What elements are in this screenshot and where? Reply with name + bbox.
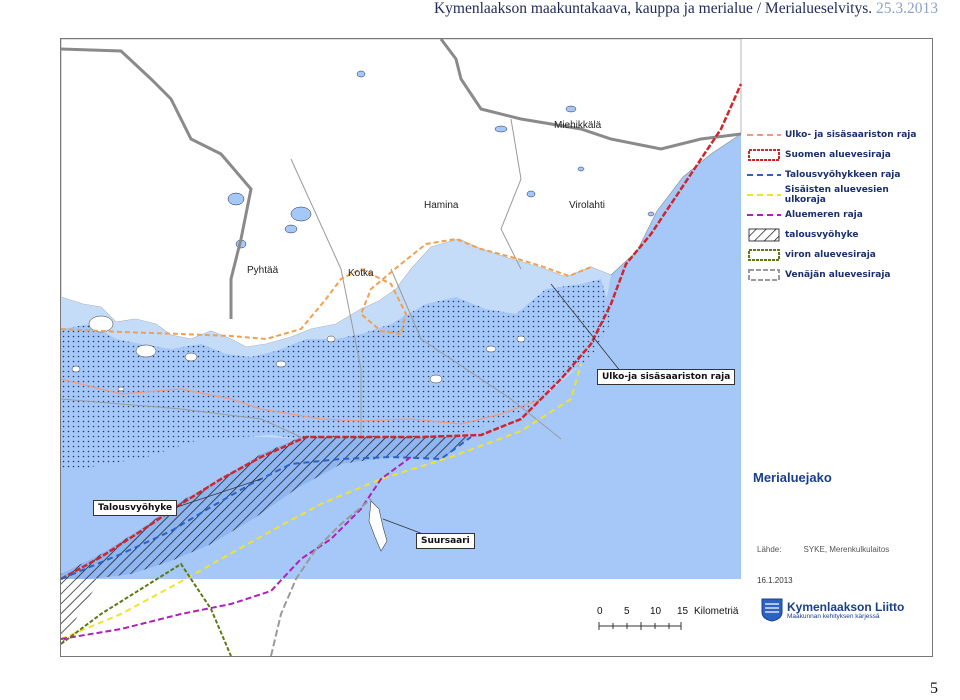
legend-item: Ulko- ja sisäsaariston raja	[747, 125, 932, 145]
legend-item: Aluemeren raja	[747, 205, 932, 225]
legend-swatch-territorial	[747, 214, 781, 216]
legend-label: Venäjän aluevesiraja	[785, 270, 891, 280]
scale-tick-label: 5	[624, 606, 630, 617]
organization-subtitle: Maakunnan kehityksen kärjessä	[787, 612, 880, 620]
place-miehikkala: Miehikkälä	[554, 120, 602, 131]
legend-swatch-internal	[747, 194, 781, 196]
legend-swatch-economic	[747, 174, 781, 176]
page-number: 5	[930, 680, 938, 697]
legend-swatch-estonia	[748, 249, 780, 261]
legend-item: Venäjän aluevesiraja	[747, 265, 932, 285]
header-date: 25.3.2013	[876, 0, 938, 17]
map-source: Lähde: SYKE, Merenkulkulaitos	[757, 545, 911, 554]
legend-swatch-archipelago	[747, 134, 781, 136]
map-frame: Miehikkälä Hamina Virolahti Pyhtää Kotka…	[60, 38, 933, 657]
organization-logo: Kymenlaakson Liitto Maakunnan kehityksen…	[761, 598, 904, 622]
legend-item: Talousvyöhykkeen raja	[747, 165, 932, 185]
map-legend: Ulko- ja sisäsaariston raja Suomen aluev…	[747, 125, 932, 285]
place-hamina: Hamina	[424, 200, 459, 211]
source-value: SYKE, Merenkulkulaitos	[803, 545, 890, 554]
place-kotka: Kotka	[348, 268, 374, 279]
scale-tick-label: 15	[677, 606, 689, 617]
legend-label: Talousvyöhykkeen raja	[785, 170, 901, 180]
document-header: Kymenlaakson maakuntakaava, kauppa ja me…	[434, 0, 938, 18]
callout-suursaari: Suursaari	[416, 533, 475, 549]
legend-label: Ulko- ja sisäsaariston raja	[785, 130, 917, 140]
legend-label: viron aluevesiraja	[785, 250, 876, 260]
scale-unit: Kilometriä	[694, 606, 739, 617]
map-date: 16.1.2013	[757, 576, 793, 585]
scale-tick-label: 10	[650, 606, 662, 617]
legend-swatch-hatch	[748, 228, 780, 242]
scale-tick-label: 0	[597, 606, 603, 617]
legend-label: Aluemeren raja	[785, 210, 863, 220]
callout-economic-zone: Talousvyöhyke	[93, 500, 178, 516]
header-title: Kymenlaakson maakuntakaava, kauppa ja me…	[433, 0, 873, 17]
organization-name: Kymenlaakson Liitto	[787, 599, 905, 614]
source-label: Lähde:	[757, 545, 782, 554]
callout-archipelago-boundary: Ulko-ja sisäsaariston raja	[597, 369, 736, 385]
legend-swatch-finland	[748, 149, 780, 161]
place-virolahti: Virolahti	[569, 200, 605, 211]
legend-item: talousvyöhyke	[747, 225, 932, 245]
legend-item: Suomen aluevesiraja	[747, 145, 932, 165]
legend-label: talousvyöhyke	[785, 230, 859, 240]
shield-icon	[761, 598, 783, 622]
legend-swatch-russia	[748, 269, 780, 281]
legend-item: viron aluevesiraja	[747, 245, 932, 265]
map-title: Merialuejako	[753, 470, 832, 485]
legend-item: Sisäisten aluevesien ulkoraja	[747, 185, 932, 205]
place-pyhtaa: Pyhtää	[247, 265, 279, 276]
legend-label: Sisäisten aluevesien ulkoraja	[784, 185, 889, 205]
legend-label: Suomen aluevesiraja	[785, 150, 891, 160]
